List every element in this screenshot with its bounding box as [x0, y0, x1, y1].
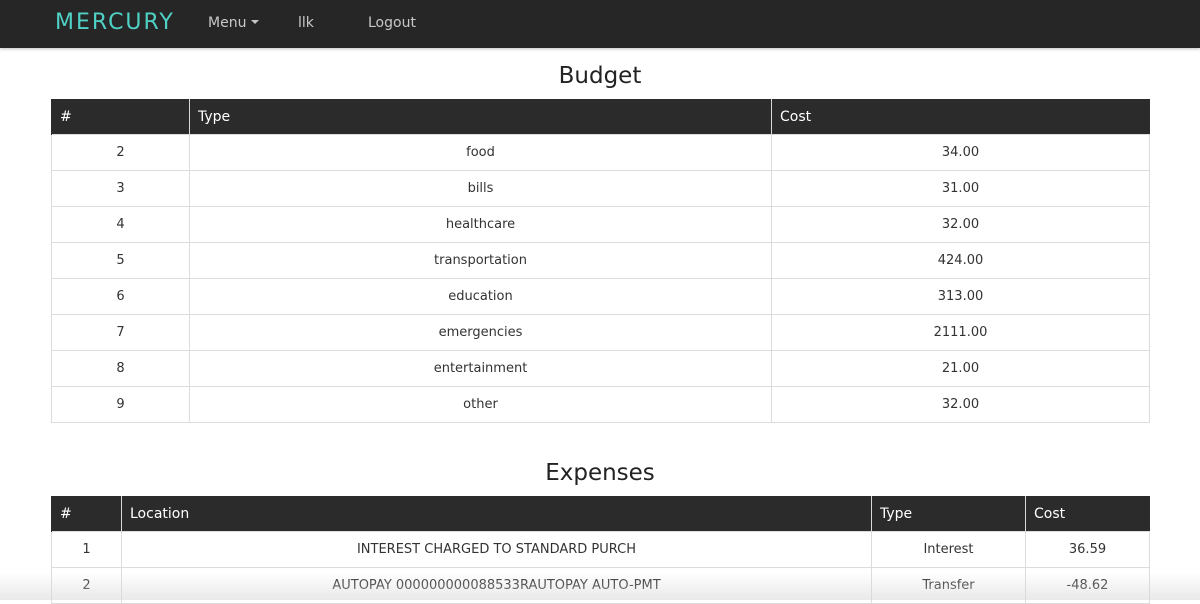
budget-cell-id: 7	[51, 314, 190, 351]
table-row: 8 entertainment 21.00	[51, 350, 1150, 387]
budget-cell-cost: 31.00	[771, 170, 1150, 207]
budget-cell-cost: 21.00	[771, 350, 1150, 387]
budget-cell-cost: 32.00	[771, 386, 1150, 423]
budget-cell-type: food	[189, 134, 772, 171]
budget-cell-id: 2	[51, 134, 190, 171]
table-row: 6 education 313.00	[51, 278, 1150, 315]
caret-down-icon	[251, 20, 260, 24]
expenses-cell-id: 1	[51, 531, 122, 568]
brand-logo[interactable]: MERCURY	[55, 9, 175, 37]
expenses-cell-cost: -48.62	[1025, 567, 1150, 604]
expenses-cell-location: INTEREST CHARGED TO STANDARD PURCH	[121, 531, 872, 568]
budget-cell-type: healthcare	[189, 206, 772, 243]
expenses-cell-type: Transfer	[871, 567, 1026, 604]
expenses-cell-cost: 36.59	[1025, 531, 1150, 568]
budget-cell-id: 6	[51, 278, 190, 315]
budget-col-id: #	[51, 99, 190, 135]
budget-cell-cost: 32.00	[771, 206, 1150, 243]
table-row: 9 other 32.00	[51, 386, 1150, 423]
budget-table: # Type Cost 2 food 34.00 3 bills 31.00 4…	[51, 99, 1150, 423]
budget-cell-id: 5	[51, 242, 190, 279]
table-row: 2 food 34.00	[51, 134, 1150, 171]
budget-cell-type: education	[189, 278, 772, 315]
budget-cell-type: transportation	[189, 242, 772, 279]
nav-user-link[interactable]: llk	[298, 14, 314, 32]
expenses-cell-type: Interest	[871, 531, 1026, 568]
budget-cell-cost: 34.00	[771, 134, 1150, 171]
nav-menu-label: Menu	[208, 15, 247, 31]
budget-cell-type: other	[189, 386, 772, 423]
expenses-col-cost: Cost	[1025, 496, 1150, 532]
budget-cell-type: bills	[189, 170, 772, 207]
table-row: 5 transportation 424.00	[51, 242, 1150, 279]
expenses-col-id: #	[51, 496, 122, 532]
budget-cell-cost: 2111.00	[771, 314, 1150, 351]
budget-cell-type: emergencies	[189, 314, 772, 351]
budget-cell-type: entertainment	[189, 350, 772, 387]
expenses-title: Expenses	[545, 460, 655, 486]
table-row: 4 healthcare 32.00	[51, 206, 1150, 243]
expenses-header-row: # Location Type Cost	[51, 496, 1150, 532]
table-row: 2 AUTOPAY 000000000088533RAUTOPAY AUTO-P…	[51, 567, 1150, 604]
table-row: 1 INTEREST CHARGED TO STANDARD PURCH Int…	[51, 531, 1150, 568]
top-navbar: MERCURY Menu llk Logout	[0, 0, 1200, 48]
expenses-col-location: Location	[121, 496, 872, 532]
budget-col-type: Type	[189, 99, 772, 135]
budget-cell-id: 3	[51, 170, 190, 207]
budget-header-row: # Type Cost	[51, 99, 1150, 135]
nav-logout-link[interactable]: Logout	[368, 14, 416, 32]
budget-title: Budget	[558, 63, 642, 89]
budget-cell-cost: 424.00	[771, 242, 1150, 279]
expenses-table: # Location Type Cost 1 INTEREST CHARGED …	[51, 496, 1150, 604]
expenses-cell-location: AUTOPAY 000000000088533RAUTOPAY AUTO-PMT	[121, 567, 872, 604]
budget-col-cost: Cost	[771, 99, 1150, 135]
budget-cell-cost: 313.00	[771, 278, 1150, 315]
table-row: 3 bills 31.00	[51, 170, 1150, 207]
budget-cell-id: 9	[51, 386, 190, 423]
expenses-cell-id: 2	[51, 567, 122, 604]
nav-menu-dropdown[interactable]: Menu	[208, 14, 260, 32]
budget-cell-id: 4	[51, 206, 190, 243]
table-row: 7 emergencies 2111.00	[51, 314, 1150, 351]
budget-cell-id: 8	[51, 350, 190, 387]
expenses-col-type: Type	[871, 496, 1026, 532]
